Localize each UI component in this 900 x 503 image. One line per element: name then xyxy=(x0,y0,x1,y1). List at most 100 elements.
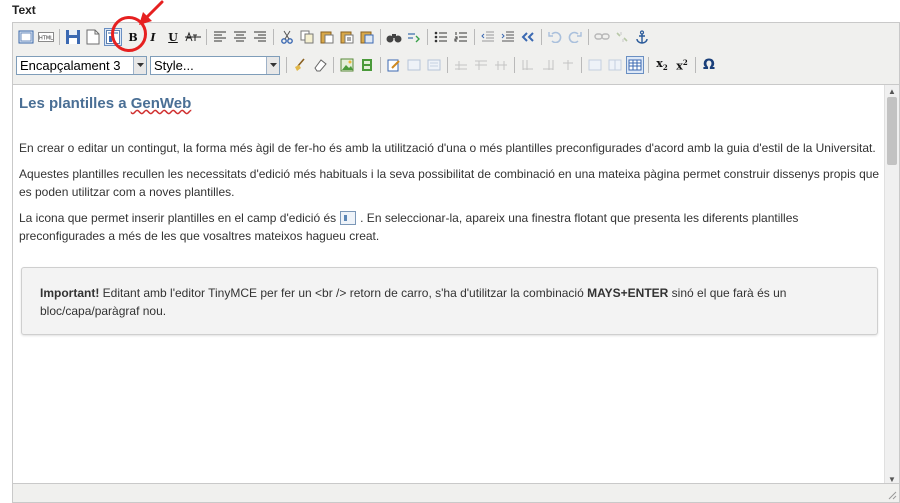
heading-select[interactable]: Encapçalament 3 xyxy=(16,55,147,75)
blockquote-button[interactable] xyxy=(519,28,537,46)
omega-icon: Ω xyxy=(703,57,715,73)
align-left-button[interactable] xyxy=(211,28,229,46)
save-button[interactable] xyxy=(64,28,82,46)
floppy-disk-icon xyxy=(66,30,80,44)
svg-text:HTML: HTML xyxy=(39,36,53,42)
resize-handle-icon[interactable] xyxy=(887,490,897,500)
field-label: Text xyxy=(12,3,36,17)
strikethrough-button[interactable] xyxy=(184,28,202,46)
superscript-button[interactable]: x2 xyxy=(673,56,691,74)
align-right-button[interactable] xyxy=(251,28,269,46)
binoculars-icon xyxy=(386,34,402,43)
unlink-icon xyxy=(616,32,628,42)
cut-button[interactable] xyxy=(278,28,296,46)
red-arrow-annotation xyxy=(139,0,164,25)
bullet-list-icon xyxy=(434,31,447,43)
insert-col-after-button[interactable] xyxy=(539,56,557,74)
copy-icon xyxy=(300,30,314,44)
italic-icon: I xyxy=(150,30,156,44)
insert-image-button[interactable] xyxy=(338,56,356,74)
toolbar-separator xyxy=(286,57,287,73)
delete-row-button[interactable] xyxy=(492,56,510,74)
scroll-up-arrow-icon[interactable]: ▲ xyxy=(885,85,899,97)
outdent-icon xyxy=(481,31,494,42)
toolbar-separator xyxy=(273,29,274,45)
outdent-button[interactable] xyxy=(479,28,497,46)
note-keys: MAYS+ENTER xyxy=(587,286,669,300)
paste-text-icon xyxy=(340,31,354,44)
note-important-label: Important! xyxy=(40,286,100,300)
toolbar-separator xyxy=(427,29,428,45)
insert-row-before-button[interactable] xyxy=(452,56,470,74)
indent-button[interactable] xyxy=(499,28,517,46)
insert-table-button[interactable] xyxy=(626,56,644,74)
div-button[interactable] xyxy=(405,56,423,74)
subscript-button[interactable]: x2 xyxy=(653,56,671,74)
toolbar-separator xyxy=(380,29,381,45)
toolbar-separator xyxy=(581,57,582,73)
bullet-list-button[interactable] xyxy=(432,28,450,46)
special-char-button[interactable]: Ω xyxy=(700,56,718,74)
paste-word-icon xyxy=(360,31,374,44)
redo-button[interactable] xyxy=(566,28,584,46)
col-after-icon xyxy=(543,60,554,70)
paste-button[interactable] xyxy=(318,28,336,46)
split-cells-button[interactable] xyxy=(606,56,624,74)
editor-statusbar xyxy=(13,483,899,502)
replace-button[interactable] xyxy=(405,28,423,46)
remove-format-button[interactable] xyxy=(311,56,329,74)
paragraph-1: En crear o editar un contingut, la forma… xyxy=(19,141,876,155)
paste-text-button[interactable] xyxy=(338,28,356,46)
paragraph-3: La icona que permet inserir plantilles e… xyxy=(19,211,799,243)
insert-col-before-button[interactable] xyxy=(519,56,537,74)
subscript-icon: x2 xyxy=(656,57,668,73)
insert-media-button[interactable] xyxy=(358,56,376,74)
fullscreen-button[interactable] xyxy=(17,28,35,46)
eraser-icon xyxy=(314,59,327,72)
cleanup-button[interactable] xyxy=(291,56,309,74)
link-button[interactable] xyxy=(593,28,611,46)
scissors-icon xyxy=(281,30,293,44)
copy-button[interactable] xyxy=(298,28,316,46)
align-center-button[interactable] xyxy=(231,28,249,46)
underline-icon: U xyxy=(168,30,178,44)
indent-icon xyxy=(501,31,514,42)
heading-select-value: Encapçalament 3 xyxy=(20,57,121,73)
table-icon xyxy=(628,59,642,71)
anchor-button[interactable] xyxy=(633,28,651,46)
paste-word-button[interactable] xyxy=(358,28,376,46)
toolbar-separator xyxy=(695,57,696,73)
style-select-value: Style... xyxy=(154,57,194,73)
new-document-button[interactable] xyxy=(84,28,102,46)
paste-icon xyxy=(320,31,334,44)
insert-row-after-button[interactable] xyxy=(472,56,490,74)
new-document-icon xyxy=(86,29,100,45)
unlink-button[interactable] xyxy=(613,28,631,46)
delete-col-button[interactable] xyxy=(559,56,577,74)
genweb-word: GenWeb xyxy=(130,95,192,112)
edit-attributes-button[interactable] xyxy=(385,56,403,74)
fullscreen-icon xyxy=(18,30,34,44)
vertical-scrollbar[interactable]: ▲ ▼ xyxy=(884,85,899,485)
style-select[interactable]: Style... xyxy=(150,55,280,75)
row-after-icon xyxy=(475,60,487,70)
merge-cells-button[interactable] xyxy=(586,56,604,74)
editor-content[interactable]: Les plantilles a GenWeb En crear o edita… xyxy=(13,85,886,485)
undo-button[interactable] xyxy=(546,28,564,46)
strikethrough-icon xyxy=(185,31,201,42)
split-cells-icon xyxy=(608,59,622,71)
html-icon: HTML xyxy=(38,32,54,42)
html-source-button[interactable]: HTML xyxy=(37,28,55,46)
redo-icon xyxy=(568,31,582,43)
template-icon xyxy=(340,211,357,225)
replace-icon xyxy=(408,33,420,43)
numbered-list-button[interactable] xyxy=(452,28,470,46)
link-icon xyxy=(594,33,610,40)
toolbar-row-2: Encapçalament 3 Style... x2 x2 Ω xyxy=(16,55,719,75)
layer-button[interactable] xyxy=(425,56,443,74)
scrollbar-thumb[interactable] xyxy=(887,97,897,165)
find-button[interactable] xyxy=(385,28,403,46)
col-before-icon xyxy=(522,60,533,70)
align-right-icon xyxy=(254,31,266,42)
undo-icon xyxy=(548,31,562,43)
